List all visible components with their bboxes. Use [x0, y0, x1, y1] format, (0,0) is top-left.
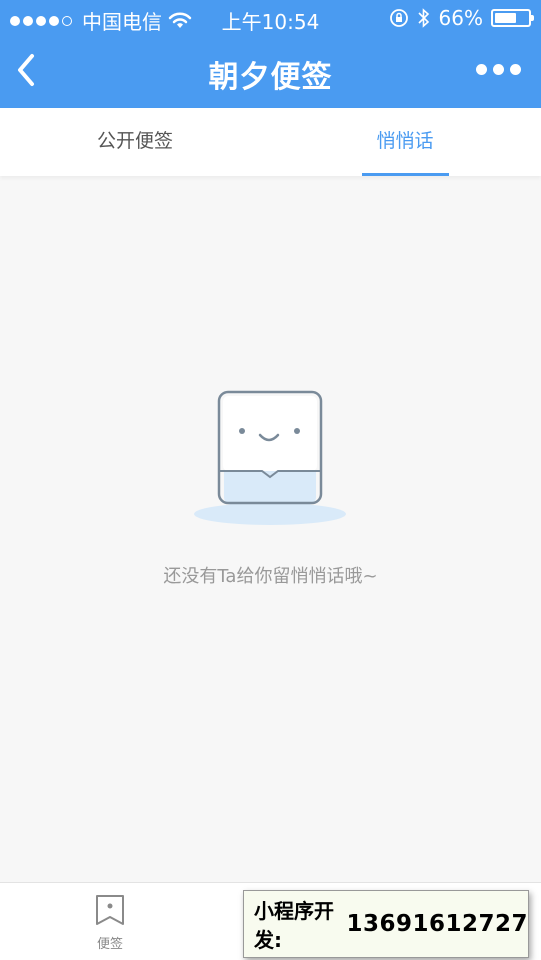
empty-box-illustration: [194, 390, 346, 525]
more-dot: [476, 64, 487, 75]
tab-public-notes[interactable]: 公开便签: [0, 108, 270, 176]
bluetooth-icon: [417, 8, 429, 28]
developer-phone: 13691612727: [346, 911, 528, 937]
developer-contact-badge: 小程序开发: 13691612727: [243, 890, 529, 958]
bottom-tab-label: 便签: [96, 937, 123, 952]
rotation-lock-icon: [389, 9, 408, 27]
empty-state-message: 还没有Ta给你留悄悄话哦~: [163, 566, 378, 587]
status-right: 66%: [389, 6, 534, 30]
battery-icon: [491, 9, 534, 27]
nav-bar: 朝夕便签: [0, 36, 541, 108]
more-dot: [493, 64, 504, 75]
page-title: 朝夕便签: [208, 60, 333, 95]
status-bar: 中国电信 上午10:54 66%: [0, 0, 541, 36]
active-tab-indicator: [362, 173, 449, 176]
tab-bar: 公开便签 悄悄话: [0, 108, 541, 176]
bookmark-icon: [96, 895, 124, 925]
developer-label: 小程序开发:: [254, 899, 334, 952]
tab-whispers[interactable]: 悄悄话: [270, 108, 540, 176]
more-dot: [510, 64, 521, 75]
more-button[interactable]: [476, 64, 521, 75]
battery-percent: 66%: [438, 6, 483, 30]
bottom-tab-notes[interactable]: 便签: [70, 893, 150, 953]
app-header: 中国电信 上午10:54 66% 朝夕便签: [0, 0, 541, 108]
